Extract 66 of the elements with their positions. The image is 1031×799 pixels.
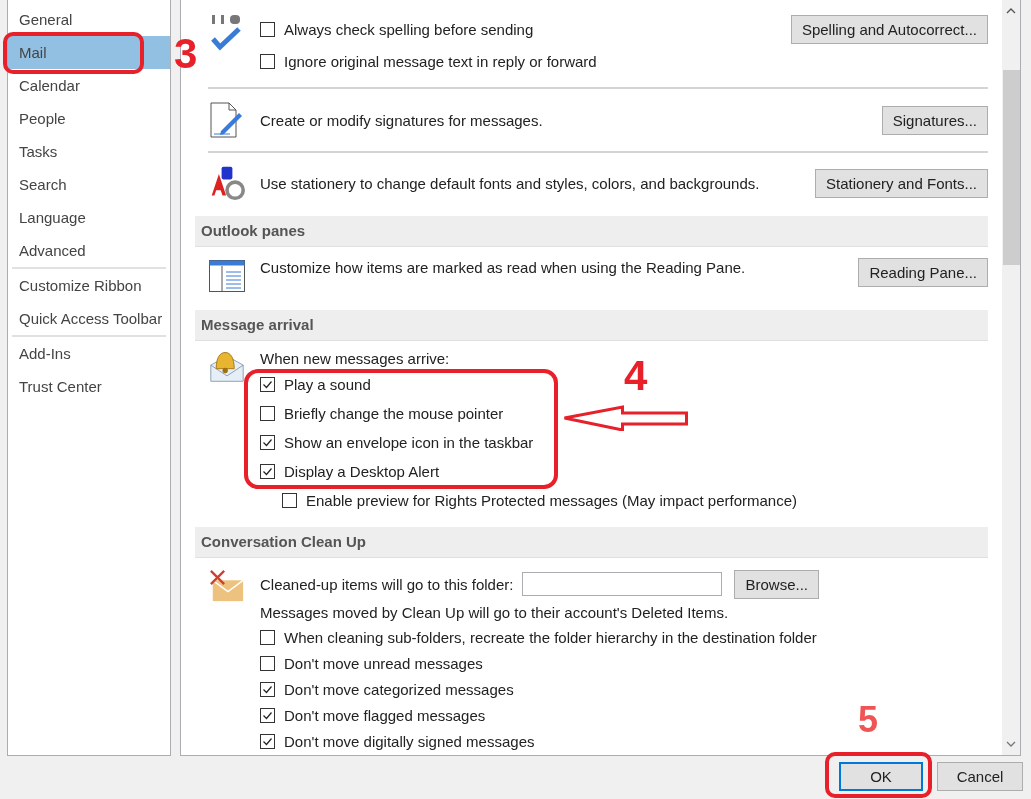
checkbox[interactable]	[260, 22, 275, 37]
sidebar-item[interactable]: Search	[8, 168, 170, 201]
scroll-up-icon[interactable]	[1006, 8, 1016, 14]
sidebar-item[interactable]: Calendar	[8, 69, 170, 102]
sidebar-item[interactable]: Add-Ins	[8, 337, 170, 370]
stationery-text: Use stationery to change default fonts and styles, colors, and backgrounds.	[260, 174, 760, 192]
checkbox[interactable]	[260, 54, 275, 69]
checkbox[interactable]	[260, 655, 275, 671]
option-label: Always check spelling before sending	[284, 21, 534, 38]
signatures-button[interactable]: Signatures...	[881, 105, 988, 135]
option-label: Play a sound	[284, 376, 371, 393]
checkbox[interactable]	[260, 435, 275, 450]
sidebar-item[interactable]: Quick Access Toolbar	[8, 302, 170, 335]
checkbox[interactable]	[260, 377, 275, 392]
step-number: 3	[174, 33, 198, 75]
checkbox[interactable]	[260, 464, 275, 479]
dialog-button[interactable]: OK	[839, 762, 923, 791]
scroll-thumb[interactable]	[1002, 70, 1020, 265]
spelling-button[interactable]: Spelling and Autocorrect...	[790, 15, 988, 44]
option-label: Display a Desktop Alert	[284, 463, 440, 480]
sidebar-item[interactable]: Trust Center	[8, 370, 170, 403]
option-label: Enable preview for Rights Protected messages (May impact performance)	[306, 492, 798, 509]
signatures-text: Create or modify signatures for messages.	[260, 111, 543, 129]
sidebar-item[interactable]: Customize Ribbon	[8, 269, 170, 302]
checkbox[interactable]	[260, 733, 275, 749]
checkmark-icon	[261, 465, 274, 478]
checkmark-icon	[261, 378, 274, 391]
reading-pane-button[interactable]: Reading Pane...	[858, 258, 988, 287]
reading-pane-icon	[209, 260, 245, 292]
dialog-button[interactable]: Cancel	[937, 762, 1023, 791]
option-label: Don't move categorized messages	[284, 680, 514, 698]
checkbox[interactable]	[260, 406, 275, 421]
checkbox[interactable]	[260, 681, 275, 697]
browse-button[interactable]: Browse...	[734, 569, 819, 599]
section-header: Message arrival	[195, 310, 988, 341]
folder-label: Cleaned-up items will go to this folder:	[260, 575, 514, 593]
sidebar-item[interactable]: Mail	[8, 36, 170, 69]
checkbox[interactable]	[260, 629, 275, 645]
reading-pane-text: Customize how items are marked as read when using the Reading Pane.	[260, 259, 746, 278]
sidebar-item[interactable]: General	[8, 3, 170, 36]
option-label: Don't move digitally signed messages	[284, 732, 535, 750]
sidebar-item[interactable]: Advanced	[8, 234, 170, 267]
step-number: 5	[858, 702, 879, 738]
sidebar-item[interactable]: People	[8, 102, 170, 135]
option-label: Briefly change the mouse pointer	[284, 405, 504, 422]
step-number: 4	[624, 355, 648, 397]
stationery-button[interactable]: Stationery and Fonts...	[815, 168, 988, 198]
sidebar-item[interactable]: Tasks	[8, 135, 170, 168]
checkmark-icon	[261, 436, 274, 449]
folder-field[interactable]	[522, 572, 723, 596]
option-label: When cleaning sub-folders, recreate the folder hierarchy in the destination folder	[284, 628, 817, 646]
option-label: Show an envelope icon in the taskbar	[284, 434, 534, 451]
option-label: Don't move flagged messages	[284, 706, 486, 724]
note-text: Messages moved by Clean Up will go to their account's Deleted Items.	[260, 603, 729, 621]
sidebar-item[interactable]: Language	[8, 201, 170, 234]
scroll-down-icon[interactable]	[1006, 741, 1016, 747]
option-label: Ignore original message text in reply or forward	[284, 53, 597, 70]
checkbox[interactable]	[260, 707, 275, 723]
option-label: Don't move unread messages	[284, 654, 483, 672]
section-header: Outlook panes	[195, 216, 988, 247]
document-pen-icon	[209, 100, 245, 140]
checkbox[interactable]	[282, 493, 297, 508]
scrollbar[interactable]	[1002, 0, 1020, 755]
section-header: Conversation Clean Up	[195, 527, 988, 558]
envelope-delete-icon	[209, 568, 245, 604]
intro-text: When new messages arrive:	[260, 349, 450, 367]
